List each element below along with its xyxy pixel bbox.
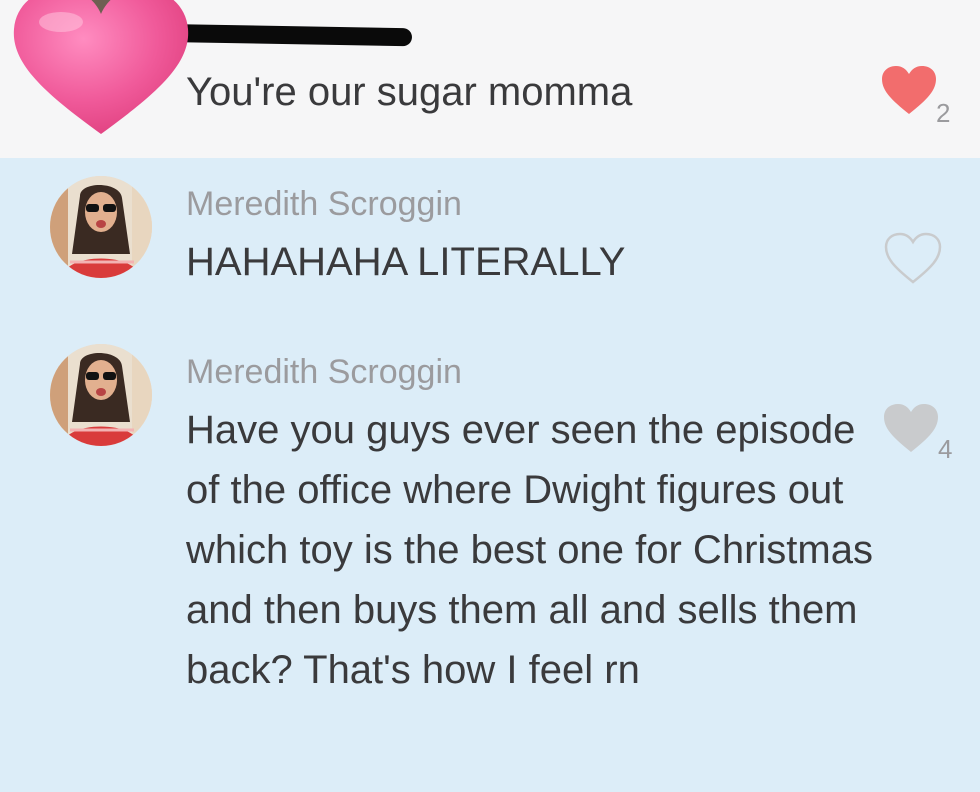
like-count: 4 [938, 434, 953, 464]
author-name[interactable]: Meredith Scroggin [186, 184, 462, 224]
like-count: 2 [936, 98, 951, 128]
comment-row: You're our sugar momma 2 [0, 0, 980, 158]
comment-row: Meredith Scroggin Have you guys ever see… [0, 326, 980, 792]
author-name[interactable]: Meredith Scroggin [186, 352, 462, 392]
heart-icon[interactable] [884, 232, 942, 284]
heart-icon[interactable] [882, 402, 940, 454]
comment-text: Have you guys ever seen the episode of t… [186, 408, 873, 692]
heart-icon[interactable] [880, 64, 938, 116]
heart-sticker-icon [13, 0, 189, 134]
avatar[interactable] [50, 176, 152, 278]
comment-text: You're our sugar momma [186, 70, 633, 114]
comment-text: HAHAHAHA LITERALLY [186, 240, 626, 284]
comment-row: Meredith Scroggin HAHAHAHA LITERALLY [0, 158, 980, 326]
avatar[interactable] [50, 344, 152, 446]
